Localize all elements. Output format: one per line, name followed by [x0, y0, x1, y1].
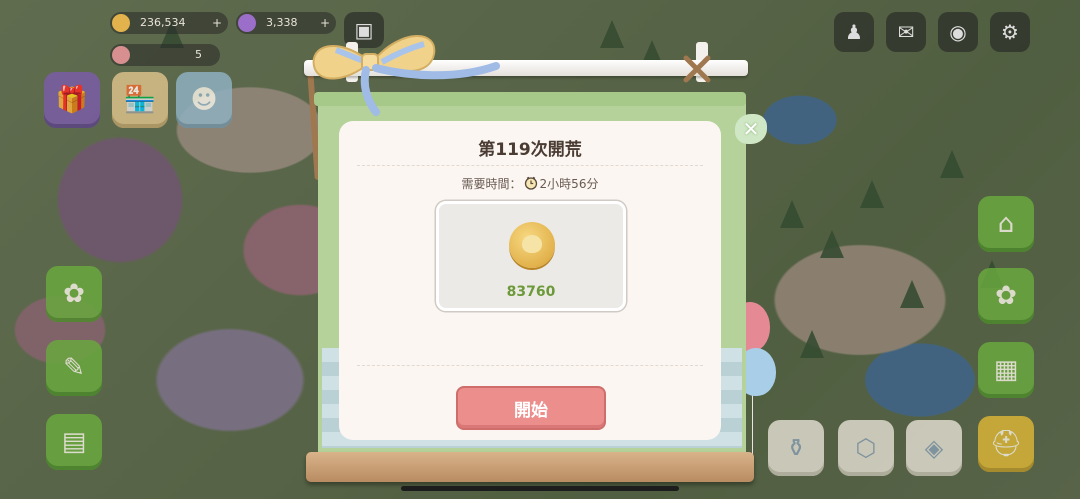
balloon-string — [752, 392, 753, 454]
mail-button[interactable]: ✉ — [886, 12, 926, 52]
left-menu-button-3[interactable]: ▤ — [46, 414, 102, 470]
coin-icon — [112, 14, 130, 32]
helmet-icon: ⛑ — [989, 429, 1023, 459]
shop-icon: 🏪 — [123, 85, 157, 115]
dialog-title: 第119次開荒 — [478, 140, 582, 160]
right-menu-button-3[interactable]: ▦ — [978, 342, 1034, 398]
time-value: 2小時56分 — [539, 177, 599, 191]
divider — [357, 165, 703, 166]
ribbon-bow-icon — [312, 35, 500, 116]
add-coin-icon: + — [211, 16, 222, 30]
person-icon: ♟ — [845, 20, 863, 44]
feature-button[interactable]: ☻ — [176, 72, 232, 128]
tools-icon: ✎ — [63, 353, 85, 383]
item-icon: ◈ — [924, 434, 944, 462]
coin-counter[interactable]: 236,534 + — [110, 12, 228, 34]
notebook-icon: ▦ — [993, 355, 1019, 385]
shop-button[interactable]: 🏪 — [112, 72, 168, 128]
flower-icon: ✿ — [995, 281, 1017, 311]
gift-icon: 🎁 — [55, 85, 89, 115]
divider — [357, 365, 703, 366]
reward-amount: 83760 — [506, 284, 556, 300]
left-menu-button-1[interactable]: ✿ — [46, 266, 102, 322]
bottom-tile-button-3[interactable]: ◈ — [906, 420, 962, 476]
bottom-tile-button-1[interactable]: ⚱ — [768, 420, 824, 476]
character-icon: ☻ — [190, 85, 218, 115]
mail-icon: ✉ — [897, 20, 915, 44]
bottom-tile-button-2[interactable]: ⬡ — [838, 420, 894, 476]
home-indicator — [401, 486, 679, 491]
coin-icon — [509, 222, 555, 268]
gear-icon: ⚙ — [1001, 20, 1019, 44]
clock-icon — [524, 176, 537, 190]
start-button[interactable]: 開始 — [456, 386, 606, 430]
energy-counter[interactable]: 5 — [110, 44, 220, 66]
required-time-row: 需要時間： 2小時56分 — [339, 175, 721, 192]
camera-button[interactable]: ◉ — [938, 12, 978, 52]
left-menu-button-2[interactable]: ✎ — [46, 340, 102, 396]
event-button[interactable]: 🎁 — [44, 72, 100, 128]
rope-knot-icon — [683, 55, 711, 83]
settings-button[interactable]: ⚙ — [990, 12, 1030, 52]
coin-count: 236,534 — [140, 16, 186, 29]
flower-icon: ✿ — [63, 279, 85, 309]
energy-count: 5 — [195, 48, 202, 61]
time-label: 需要時間： — [461, 177, 522, 191]
camera-icon: ◉ — [949, 20, 967, 44]
wooden-shelf — [306, 452, 754, 482]
right-menu-button-2[interactable]: ✿ — [978, 268, 1034, 324]
item-icon: ⬡ — [855, 434, 877, 462]
gem-count: 3,338 — [266, 16, 298, 29]
reward-box: 83760 — [436, 201, 626, 311]
friends-button[interactable]: ♟ — [834, 12, 874, 52]
building-icon: ⌂ — [997, 209, 1015, 239]
close-icon: ✕ — [742, 117, 760, 141]
bottle-icon: ⚱ — [785, 434, 807, 462]
box-icon: ▤ — [61, 427, 87, 457]
close-button[interactable]: ✕ — [735, 114, 767, 144]
gem-icon — [238, 14, 256, 32]
build-button[interactable]: ⛑ — [978, 416, 1034, 472]
energy-icon — [112, 46, 130, 64]
right-menu-button-1[interactable]: ⌂ — [978, 196, 1034, 252]
coin-face — [522, 235, 542, 253]
expedition-dialog: 第119次開荒 需要時間： 2小時56分 83760 開始 — [339, 121, 721, 440]
